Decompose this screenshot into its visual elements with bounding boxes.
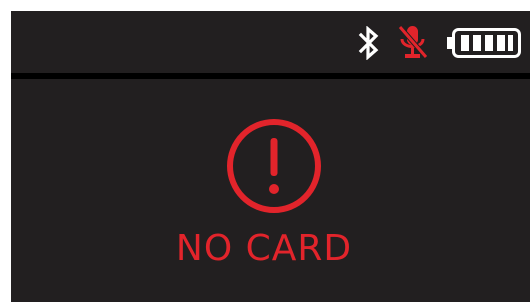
microphone-muted-icon	[398, 25, 428, 59]
no-card-message: NO CARD	[175, 228, 353, 269]
bluetooth-icon	[358, 26, 379, 60]
status-bar	[11, 11, 530, 73]
exclamation-circle-icon	[227, 119, 321, 213]
main-content: NO CARD	[11, 79, 530, 302]
device-screen: NO CARD	[11, 11, 530, 302]
battery-full-icon	[447, 28, 521, 58]
